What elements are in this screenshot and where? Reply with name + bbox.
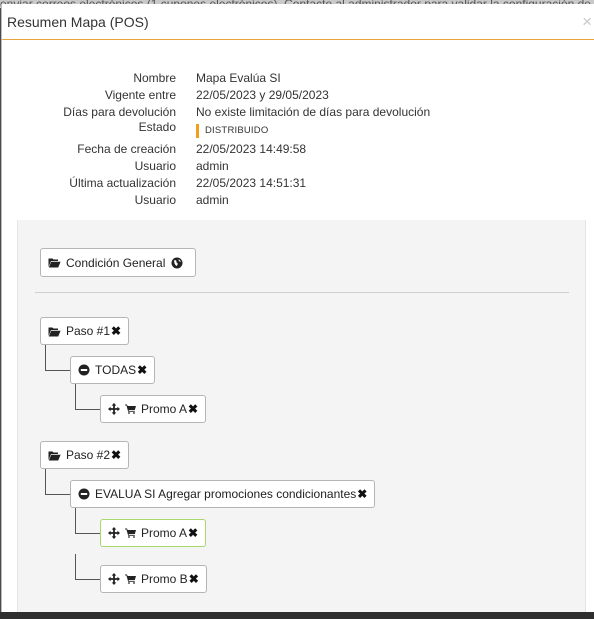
tree-connector (75, 508, 100, 534)
globe-icon (171, 257, 183, 269)
info-row-usuario-creacion: Usuario admin (2, 158, 594, 175)
minus-circle-icon (78, 488, 90, 500)
info-row-dias: Días para devolución No existe limitació… (2, 104, 594, 121)
tree-divider (35, 292, 569, 293)
general-condition-node[interactable]: Condición General (40, 248, 197, 277)
promo-label: Promo A (141, 402, 188, 416)
remove-promo-icon[interactable]: ✖ (188, 402, 198, 416)
info-label: Estado (138, 120, 176, 134)
condition-label: EVALUA SI Agregar promociones condiciona… (95, 487, 357, 501)
promo-node[interactable]: Promo B ✖ (100, 565, 207, 593)
move-arrows-icon[interactable] (108, 527, 120, 539)
remove-promo-icon[interactable]: ✖ (188, 526, 198, 540)
condition-label: TODAS (95, 363, 137, 377)
info-label: Última actualización (69, 176, 176, 190)
info-row-vigente: Vigente entre 22/05/2023 y 29/05/2023 (2, 87, 594, 104)
move-arrows-icon[interactable] (108, 573, 120, 585)
info-value: Mapa Evalúa SI (196, 71, 281, 85)
general-condition-label: Condición General (66, 255, 166, 270)
shopping-cart-icon (125, 574, 136, 584)
map-tree-panel: Condición General Paso #1 ✖ TODAS ✖ Prom… (17, 220, 586, 612)
promo-node[interactable]: Promo A ✖ (100, 395, 207, 423)
info-label: Vigente entre (104, 88, 176, 102)
step-node-2[interactable]: Paso #2 ✖ (40, 441, 130, 469)
folder-open-icon (48, 450, 61, 461)
info-row-estado: Estado DISTRIBUIDO (2, 120, 594, 141)
condition-node-1[interactable]: TODAS ✖ (70, 356, 156, 384)
folder-open-icon (48, 326, 61, 337)
remove-condition-2-icon[interactable]: ✖ (357, 487, 367, 501)
info-row-ultima-actualizacion: Última actualización 22/05/2023 14:51:31 (2, 175, 594, 192)
move-arrows-icon[interactable] (108, 403, 120, 415)
status-badge: DISTRIBUIDO (196, 124, 268, 138)
tree-connector (45, 345, 70, 371)
info-label: Nombre (133, 71, 176, 85)
info-value: admin (196, 193, 229, 207)
info-label: Usuario (134, 193, 176, 207)
info-row-nombre: Nombre Mapa Evalúa SI (2, 70, 594, 87)
condition-node-2[interactable]: EVALUA SI Agregar promociones condiciona… (70, 480, 376, 508)
step-label: Paso #1 (66, 324, 111, 338)
promo-label: Promo B (141, 572, 188, 586)
modal-header: Resumen Mapa (POS) × (2, 4, 594, 40)
step-label: Paso #2 (66, 448, 111, 462)
remove-promo-icon[interactable]: ✖ (189, 572, 199, 586)
close-icon[interactable]: × (582, 13, 592, 30)
map-info-list: Nombre Mapa Evalúa SI Vigente entre 22/0… (2, 70, 594, 209)
tree-connector (45, 469, 70, 495)
remove-step-1-icon[interactable]: ✖ (111, 324, 121, 338)
remove-step-2-icon[interactable]: ✖ (111, 448, 121, 462)
modal-title: Resumen Mapa (POS) (7, 14, 149, 30)
folder-open-icon (48, 257, 61, 268)
info-value: No existe limitación de días para devolu… (196, 105, 431, 119)
background-page-bottom (0, 612, 594, 619)
info-value: 22/05/2023 14:51:31 (196, 176, 307, 190)
tree-connector (75, 384, 100, 410)
promo-label: Promo A (141, 526, 188, 540)
shopping-cart-icon (125, 404, 136, 414)
step-node-1[interactable]: Paso #1 ✖ (40, 317, 130, 345)
info-row-fecha-creacion: Fecha de creación 22/05/2023 14:49:58 (2, 141, 594, 158)
minus-circle-icon (78, 364, 90, 376)
remove-condition-1-icon[interactable]: ✖ (137, 363, 147, 377)
status-cell: DISTRIBUIDO (196, 121, 268, 138)
info-value: admin (196, 159, 229, 173)
shopping-cart-icon (125, 528, 136, 538)
promo-node-highlighted[interactable]: Promo A ✖ (100, 519, 207, 547)
info-value: 22/05/2023 14:49:58 (196, 142, 307, 156)
info-row-usuario-actualizacion: Usuario admin (2, 192, 594, 209)
info-value: 22/05/2023 y 29/05/2023 (196, 88, 329, 102)
info-label: Usuario (134, 159, 176, 173)
info-label: Fecha de creación (77, 142, 176, 156)
tree-connector (75, 554, 100, 580)
summary-modal: Resumen Mapa (POS) × Nombre Mapa Evalúa … (1, 4, 594, 612)
